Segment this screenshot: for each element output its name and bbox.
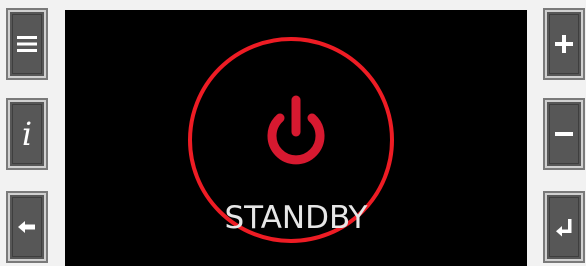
- menu-icon: [17, 36, 37, 52]
- power-icon[interactable]: [261, 92, 331, 172]
- info-icon: i: [21, 115, 33, 153]
- menu-button[interactable]: [6, 8, 48, 80]
- arrow-left-icon: [18, 221, 35, 233]
- status-text: STANDBY: [224, 200, 368, 236]
- enter-button[interactable]: [543, 191, 585, 263]
- minus-icon: [555, 132, 573, 136]
- back-button[interactable]: [6, 191, 48, 263]
- plus-icon: [555, 35, 573, 53]
- display-screen: STANDBY: [65, 10, 527, 266]
- plus-button[interactable]: [543, 8, 585, 80]
- enter-return-icon: [556, 219, 572, 237]
- info-button[interactable]: i: [6, 98, 48, 170]
- minus-button[interactable]: [543, 98, 585, 170]
